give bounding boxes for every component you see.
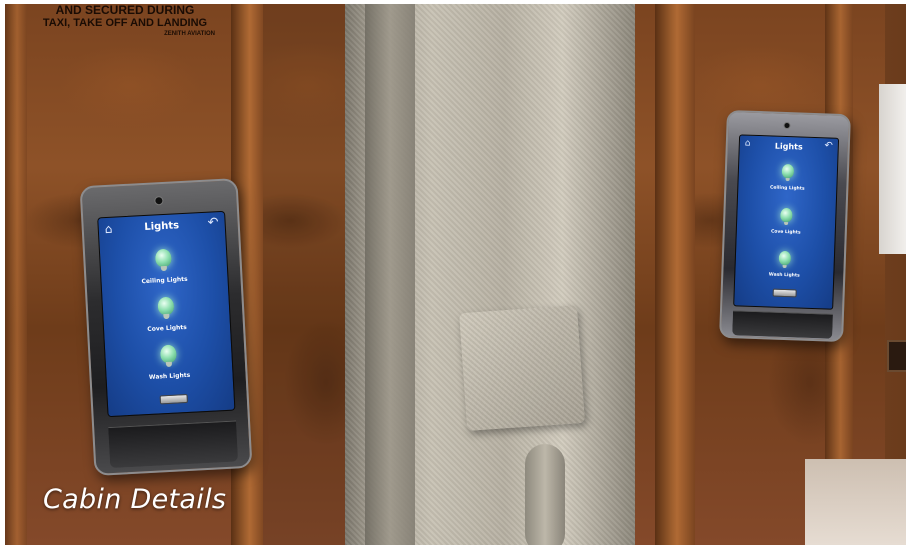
- proximity-sensor-pad: [732, 310, 833, 339]
- light-bulb-icon: [780, 207, 793, 223]
- light-label: Wash Lights: [768, 272, 800, 279]
- warning-line-3: ZENITH AVIATION: [164, 31, 215, 37]
- light-item-cove[interactable]: Cove Lights: [737, 205, 836, 236]
- right-lighting-control-panel: ⌂ ↶ Lights Ceiling Lights Cove Lights Wa…: [719, 109, 851, 343]
- light-label: Ceiling Lights: [769, 185, 805, 192]
- light-bulb-icon: [159, 344, 177, 364]
- cabin-photo: AND SECURED DURING TAXI, TAKE OFF AND LA…: [5, 4, 906, 545]
- left-lighting-control-panel: ⌂ ↶ Lights Ceiling Lights Cove Lights Wa…: [79, 178, 253, 476]
- photo-caption: Cabin Details: [43, 484, 227, 515]
- screen-button[interactable]: [159, 393, 189, 405]
- screen-title: Lights: [774, 141, 803, 152]
- left-touchscreen: ⌂ ↶ Lights Ceiling Lights Cove Lights Wa…: [97, 210, 236, 418]
- wood-frame-left-inner: [5, 4, 27, 545]
- right-touchscreen: ⌂ ↶ Lights Ceiling Lights Cove Lights Wa…: [733, 134, 840, 310]
- light-label: Ceiling Lights: [141, 275, 188, 286]
- screen-title: Lights: [144, 220, 180, 233]
- light-item-ceiling[interactable]: Ceiling Lights: [100, 246, 228, 288]
- proximity-sensor-pad: [108, 420, 239, 469]
- light-item-wash[interactable]: Wash Lights: [105, 342, 233, 384]
- light-label: Wash Lights: [148, 371, 191, 381]
- curtain-tab: [459, 305, 585, 431]
- warning-line-2: TAXI, TAKE OFF AND LANDING: [42, 17, 208, 29]
- curtain-fold: [365, 4, 415, 545]
- camera-icon: [783, 121, 791, 130]
- curtain-tieback: [525, 444, 565, 545]
- wood-frame-right: [655, 4, 695, 545]
- doorway-blind: [879, 84, 906, 254]
- light-bulb-icon: [154, 248, 172, 268]
- light-label: Cove Lights: [147, 323, 187, 333]
- warning-line-1: AND SECURED DURING: [55, 4, 195, 17]
- light-item-ceiling[interactable]: Ceiling Lights: [738, 161, 837, 192]
- screen-button[interactable]: [772, 288, 797, 298]
- light-bulb-icon: [781, 163, 795, 179]
- light-label: Cove Lights: [770, 229, 801, 236]
- light-bulb-icon: [157, 296, 175, 316]
- wood-panel-center-left: [263, 4, 353, 545]
- camera-icon: [154, 195, 164, 206]
- cabin-floor: [805, 459, 906, 545]
- light-item-cove[interactable]: Cove Lights: [103, 294, 231, 336]
- wall-switch: [887, 340, 906, 372]
- light-bulb-icon: [778, 250, 792, 266]
- light-item-wash[interactable]: Wash Lights: [735, 248, 834, 279]
- warning-placard: AND SECURED DURING TAXI, TAKE OFF AND LA…: [25, 4, 225, 38]
